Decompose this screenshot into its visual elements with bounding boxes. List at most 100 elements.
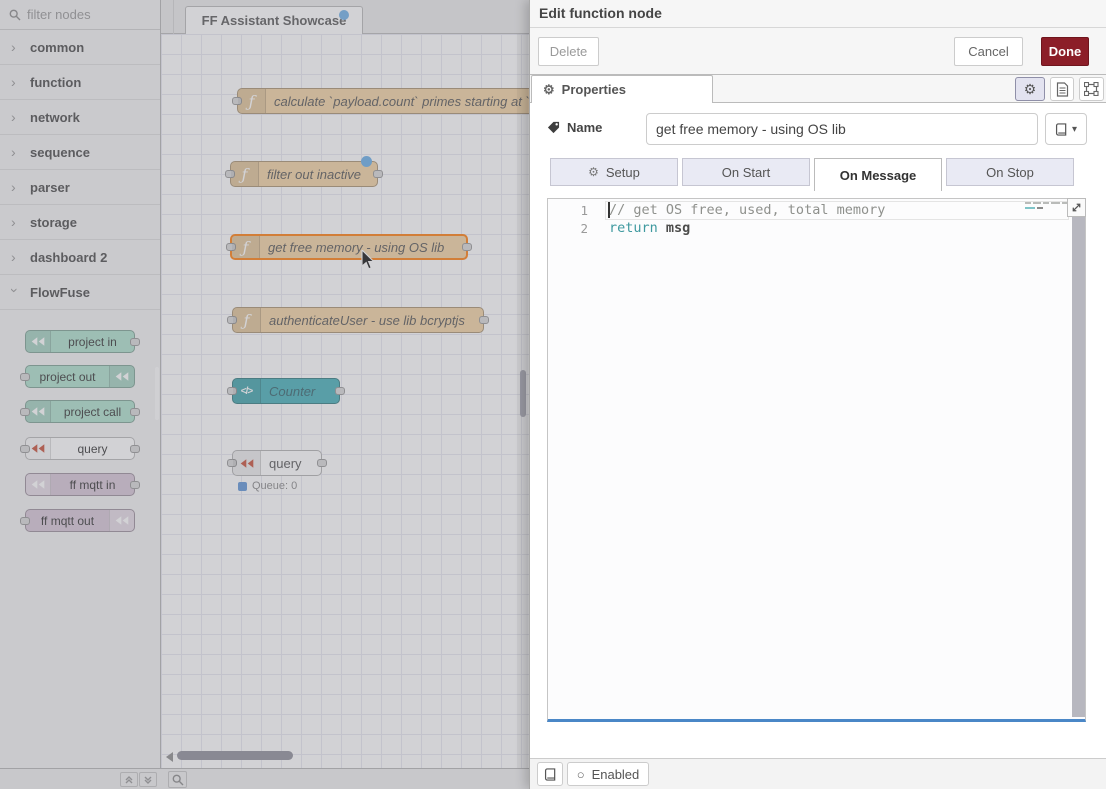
hscroll-left-arrow[interactable]	[166, 752, 173, 762]
tab-on-stop[interactable]: On Stop	[946, 158, 1074, 186]
node-calculate-primes[interactable]: ƒ calculate `payload.count` primes start…	[237, 88, 529, 114]
palette-search[interactable]	[0, 0, 160, 30]
palette-category-flowfuse[interactable]: ›FlowFuse	[0, 275, 160, 310]
edit-tray: Edit function node Delete Cancel Done ⚙ …	[529, 0, 1106, 789]
chevron-right-icon: ›	[11, 179, 19, 195]
function-editor-tabs: ⚙ Setup On Start On Message On Stop	[550, 158, 1074, 191]
library-button[interactable]	[537, 762, 563, 786]
node-counter[interactable]: </> Counter	[232, 378, 340, 404]
tray-tab-row: ⚙ Properties ⚙	[530, 75, 1106, 103]
palette-category-parser[interactable]: ›parser	[0, 170, 160, 205]
tab-on-message[interactable]: On Message	[814, 158, 942, 191]
tab-properties-label: Properties	[562, 82, 626, 97]
chevron-right-icon: ›	[11, 74, 19, 90]
appearance-view-button[interactable]	[1079, 77, 1104, 101]
tab-label: On Start	[722, 165, 770, 180]
flow-tab-label: FF Assistant Showcase	[202, 13, 347, 28]
code-editor[interactable]: 1 2 // get OS free, used, total memory r…	[547, 198, 1086, 722]
node-query-status: Queue: 0	[238, 480, 297, 492]
palette-scrollbar[interactable]	[155, 367, 159, 420]
editor-expand-button[interactable]	[1067, 198, 1086, 217]
vertical-scrollbar[interactable]	[520, 370, 526, 417]
palette-collapse-all-button[interactable]	[120, 772, 138, 787]
input-port	[20, 373, 30, 381]
palette-filter-input[interactable]	[27, 7, 147, 22]
palette-category-function[interactable]: › function	[0, 65, 160, 100]
output-port[interactable]	[373, 170, 383, 178]
output-port[interactable]	[335, 387, 345, 395]
cancel-button[interactable]: Cancel	[954, 37, 1023, 66]
function-icon: ƒ	[231, 162, 259, 186]
horizontal-scrollbar[interactable]	[177, 751, 293, 760]
tab-scroll-pad	[161, 0, 174, 34]
tab-label: On Stop	[986, 165, 1034, 180]
line-number: 1	[548, 203, 588, 218]
tray-title: Edit function node	[530, 0, 1106, 28]
output-port[interactable]	[317, 459, 327, 467]
chevron-right-icon: ›	[11, 109, 19, 125]
line-number: 2	[548, 221, 588, 236]
node-filter-out-inactive[interactable]: ƒ filter out inactive	[230, 161, 378, 187]
category-label: sequence	[30, 145, 90, 160]
tray-body: Name ▾ ⚙ Setup On Start On Message On St…	[530, 104, 1106, 758]
palette-expand-all-button[interactable]	[139, 772, 157, 787]
flow-tab[interactable]: FF Assistant Showcase	[185, 6, 363, 34]
node-label: Counter	[269, 379, 315, 403]
search-flows-button[interactable]	[168, 771, 187, 788]
flowfuse-logo-icon	[233, 451, 261, 475]
palette-node-label: project out	[26, 366, 109, 387]
palette-category-dashboard2[interactable]: ›dashboard 2	[0, 240, 160, 275]
flow-canvas[interactable]: FF Assistant Showcase ƒ calculate `paylo…	[161, 0, 529, 768]
code-keyword: return	[609, 220, 658, 236]
tray-toolbar: Delete Cancel Done	[530, 28, 1106, 75]
chevron-right-icon: ›	[11, 214, 19, 230]
flowfuse-logo-icon	[109, 510, 134, 531]
tab-properties[interactable]: ⚙ Properties	[531, 75, 713, 103]
library-dropdown-button[interactable]: ▾	[1045, 113, 1087, 145]
output-port[interactable]	[479, 316, 489, 324]
tray-footer: ○ Enabled	[530, 758, 1106, 789]
palette-category-sequence[interactable]: ›sequence	[0, 135, 160, 170]
category-label: FlowFuse	[30, 285, 90, 300]
category-label: function	[30, 75, 81, 90]
done-button[interactable]: Done	[1041, 37, 1089, 66]
category-label: common	[30, 40, 84, 55]
palette-node-ff-mqtt-in[interactable]: ff mqtt in	[25, 473, 135, 496]
canvas-grid[interactable]: ƒ calculate `payload.count` primes start…	[161, 34, 529, 768]
palette-node-project-out[interactable]: project out	[25, 365, 135, 388]
output-port[interactable]	[462, 243, 472, 251]
flowfuse-logo-icon	[26, 474, 51, 495]
properties-view-button[interactable]: ⚙	[1015, 77, 1045, 101]
palette-node-project-call[interactable]: project call	[25, 400, 135, 423]
palette-category-common[interactable]: ›common	[0, 30, 160, 65]
name-input[interactable]	[646, 113, 1038, 145]
tab-setup[interactable]: ⚙ Setup	[550, 158, 678, 186]
input-port	[20, 445, 30, 453]
description-view-button[interactable]	[1050, 77, 1074, 101]
output-port	[130, 445, 140, 453]
node-query[interactable]: query	[232, 450, 322, 476]
tag-icon	[547, 121, 560, 134]
flowfuse-logo-icon	[26, 331, 51, 352]
palette-category-storage[interactable]: ›storage	[0, 205, 160, 240]
node-changed-dot	[361, 156, 372, 167]
output-port	[130, 408, 140, 416]
tab-on-start[interactable]: On Start	[682, 158, 810, 186]
editor-scrollbar[interactable]	[1072, 199, 1085, 717]
enabled-toggle-button[interactable]: ○ Enabled	[567, 762, 649, 786]
palette-node-query[interactable]: query	[25, 437, 135, 460]
delete-button[interactable]: Delete	[538, 37, 599, 66]
name-label-text: Name	[567, 120, 602, 135]
node-get-free-memory[interactable]: ƒ get free memory - using OS lib	[230, 234, 468, 260]
book-icon	[544, 768, 557, 781]
palette-node-ff-mqtt-out[interactable]: ff mqtt out	[25, 509, 135, 532]
code-variable: msg	[658, 220, 691, 236]
code-icon: </>	[233, 379, 261, 403]
flow-modified-dot	[339, 10, 349, 20]
palette-node-project-in[interactable]: project in	[25, 330, 135, 353]
palette-category-network[interactable]: ›network	[0, 100, 160, 135]
gear-icon: ⚙	[588, 165, 599, 179]
node-authenticate-user[interactable]: ƒ authenticateUser - use lib bcryptjs	[232, 307, 484, 333]
function-icon: ƒ	[233, 308, 261, 332]
tab-label: On Message	[840, 168, 917, 183]
